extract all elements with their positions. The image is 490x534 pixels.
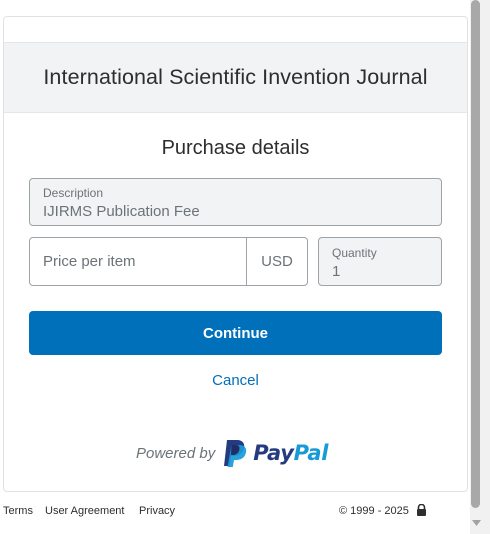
copyright-text: © 1999 - 2025 [339,505,409,517]
paypal-wordmark-pay: Pay [253,441,294,465]
price-per-item-input[interactable] [30,238,246,285]
scrollbar-thumb[interactable] [471,0,480,508]
lock-icon [417,504,426,516]
powered-by-paypal: Powered by PayPal [136,438,328,468]
merchant-header: International Scientific Invention Journ… [4,43,467,113]
purchase-details-title: Purchase details [161,137,310,159]
checkout-card: International Scientific Invention Journ… [3,16,468,492]
description-field: Description IJIRMS Publication Fee [29,178,442,226]
footer: Terms User Agreement Privacy © 1999 - 20… [0,502,470,522]
currency-label: USD [246,238,307,285]
paypal-wordmark-pal: Pal [293,441,329,465]
cancel-link[interactable]: Cancel [4,372,467,389]
quantity-field: Quantity 1 [318,237,442,286]
description-label: Description [43,186,104,200]
paypal-wordmark: PayPal [253,441,328,465]
quantity-label: Quantity [332,246,377,260]
terms-link[interactable]: Terms [3,505,33,517]
card-top-strip [4,17,467,43]
continue-button[interactable]: Continue [29,311,442,355]
scroll-down-arrow-icon[interactable] [470,518,483,528]
quantity-value: 1 [332,263,341,280]
paypal-checkout-window: International Scientific Invention Journ… [0,0,470,534]
price-input-group: USD [29,237,308,286]
paypal-logo-icon [224,439,247,467]
merchant-name: International Scientific Invention Journ… [43,65,428,89]
powered-by-text: Powered by [136,444,216,462]
user-agreement-link[interactable]: User Agreement [45,505,124,517]
privacy-link[interactable]: Privacy [139,505,175,517]
description-value: IJIRMS Publication Fee [43,203,200,220]
